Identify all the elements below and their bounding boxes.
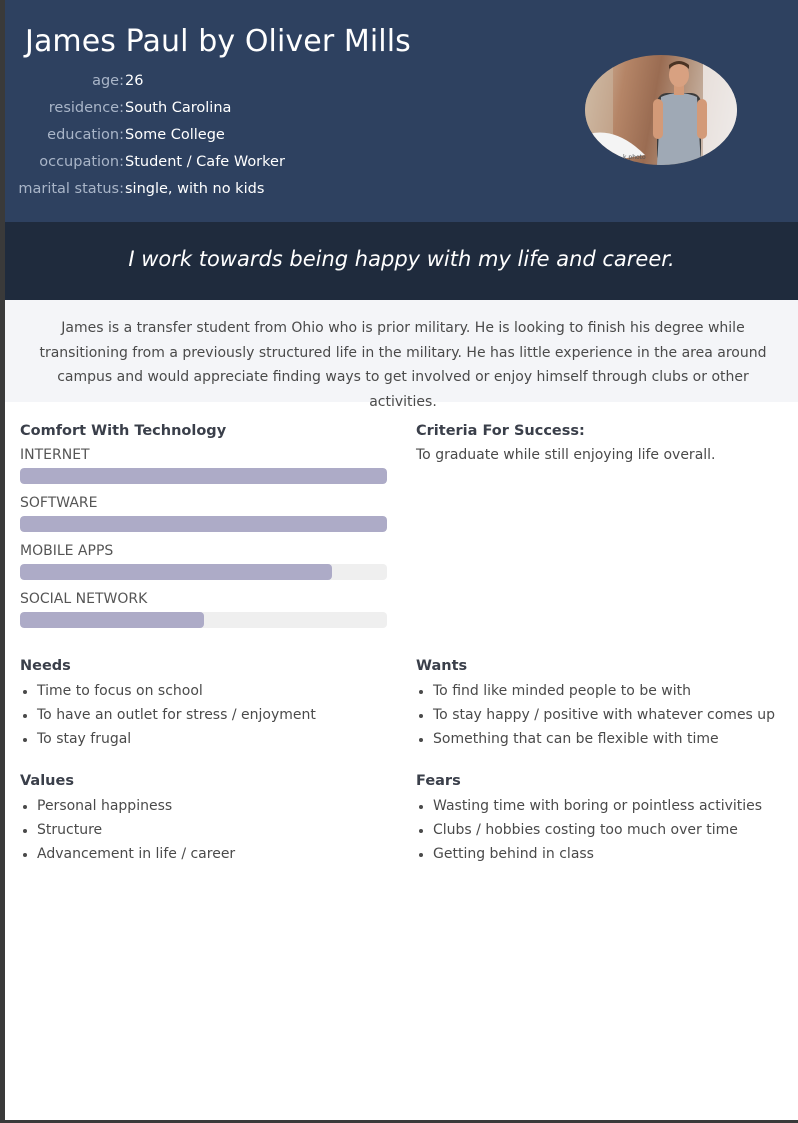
list-item: To have an outlet for stress / enjoyment — [20, 703, 316, 727]
criteria-text: To graduate while still enjoying life ov… — [416, 447, 716, 463]
fears-title: Fears — [416, 773, 461, 789]
info-row-age: age: 26 — [5, 69, 505, 93]
list-item: Getting behind in class — [416, 842, 762, 866]
info-row-education: education: Some College — [5, 123, 505, 147]
tech-label-software: SOFTWARE — [20, 495, 98, 511]
wants-list: To find like minded people to be with To… — [416, 679, 775, 751]
list-item: To stay happy / positive with whatever c… — [416, 703, 775, 727]
tech-bar-internet — [20, 468, 387, 484]
fears-list: Wasting time with boring or pointless ac… — [416, 794, 762, 866]
technology-title: Comfort With Technology — [20, 423, 227, 439]
persona-header: James Paul by Oliver Mills age: 26 resid… — [5, 0, 798, 222]
info-value: South Carolina — [125, 100, 232, 116]
list-item: To stay frugal — [20, 727, 316, 751]
info-value: 26 — [125, 73, 144, 89]
list-item: To find like minded people to be with — [416, 679, 775, 703]
info-label: occupation: — [39, 154, 124, 170]
info-label: age: — [92, 73, 124, 89]
info-value: single, with no kids — [125, 181, 265, 197]
list-item: Something that can be flexible with time — [416, 727, 775, 751]
list-item: Advancement in life / career — [20, 842, 235, 866]
list-item: Structure — [20, 818, 235, 842]
list-item: Clubs / hobbies costing too much over ti… — [416, 818, 762, 842]
info-label: education: — [47, 127, 124, 143]
tech-bar-fill — [20, 516, 387, 532]
info-row-residence: residence: South Carolina — [5, 96, 505, 120]
tech-bar-mobile-apps — [20, 564, 387, 580]
persona-page: James Paul by Oliver Mills age: 26 resid… — [0, 0, 798, 1123]
needs-title: Needs — [20, 658, 71, 674]
persona-quote: I work towards being happy with my life … — [128, 247, 675, 271]
persona-photo-illustration — [585, 55, 737, 165]
values-title: Values — [20, 773, 74, 789]
tech-label-internet: INTERNET — [20, 447, 90, 463]
list-item: Personal happiness — [20, 794, 235, 818]
needs-list: Time to focus on school To have an outle… — [20, 679, 316, 751]
tech-bar-fill — [20, 564, 332, 580]
info-label: marital status: — [18, 181, 124, 197]
info-row-marital-status: marital status: single, with no kids — [5, 177, 505, 201]
criteria-title: Criteria For Success: — [416, 423, 585, 439]
tech-bar-fill — [20, 468, 387, 484]
persona-title: James Paul by Oliver Mills — [25, 24, 411, 59]
info-value: Some College — [125, 127, 225, 143]
wants-title: Wants — [416, 658, 468, 674]
persona-bio: James is a transfer student from Ohio wh… — [39, 320, 767, 410]
info-label: residence: — [48, 100, 124, 116]
tech-label-mobile-apps: MOBILE APPS — [20, 543, 114, 559]
bio-band: James is a transfer student from Ohio wh… — [5, 300, 798, 410]
list-item: Wasting time with boring or pointless ac… — [416, 794, 762, 818]
list-item: Time to focus on school — [20, 679, 316, 703]
tech-bar-social-network — [20, 612, 387, 628]
tech-label-social-network: SOCIAL NETWORK — [20, 591, 148, 607]
info-value: Student / Cafe Worker — [125, 154, 285, 170]
quote-band: I work towards being happy with my life … — [5, 222, 798, 300]
values-list: Personal happiness Structure Advancement… — [20, 794, 235, 866]
info-row-occupation: occupation: Student / Cafe Worker — [5, 150, 505, 174]
tech-bar-software — [20, 516, 387, 532]
persona-photo-icon: k photo — [585, 55, 737, 165]
photo-credit: k photo — [623, 154, 646, 161]
tech-bar-fill — [20, 612, 204, 628]
